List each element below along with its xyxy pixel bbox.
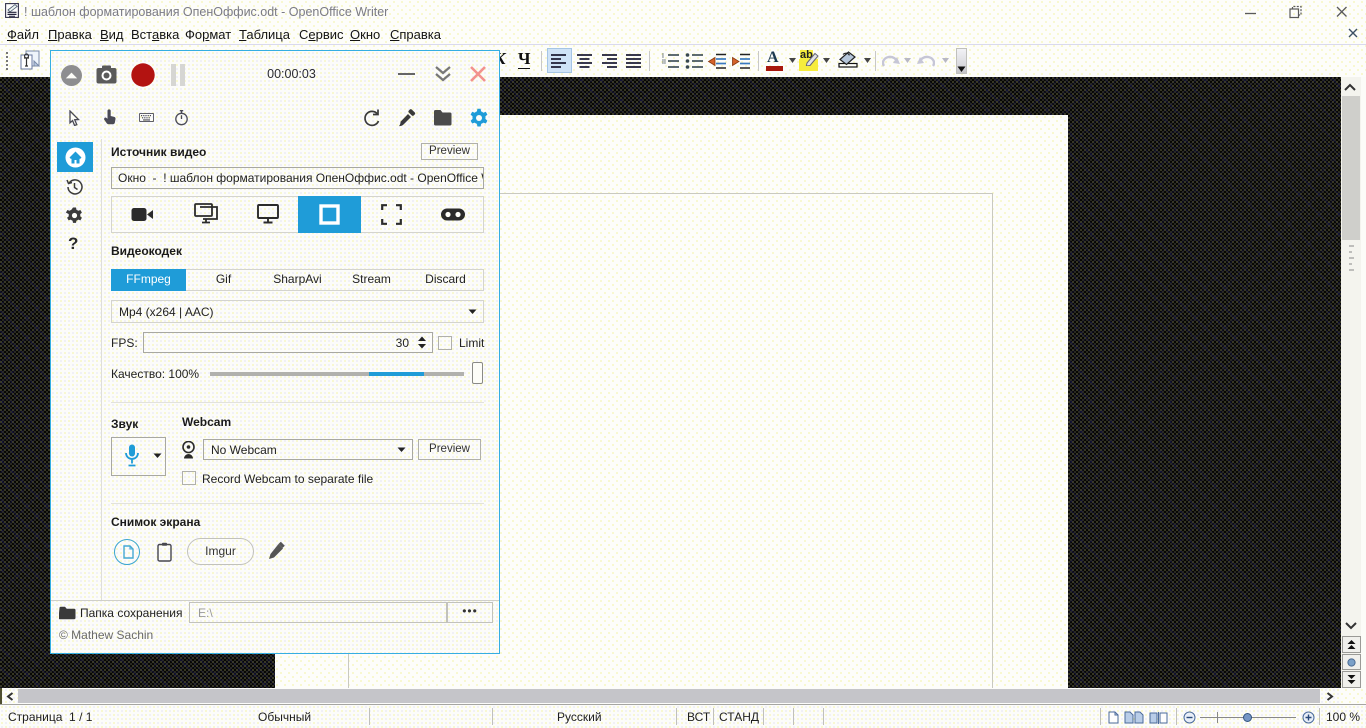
svg-text:II: II (662, 59, 666, 66)
